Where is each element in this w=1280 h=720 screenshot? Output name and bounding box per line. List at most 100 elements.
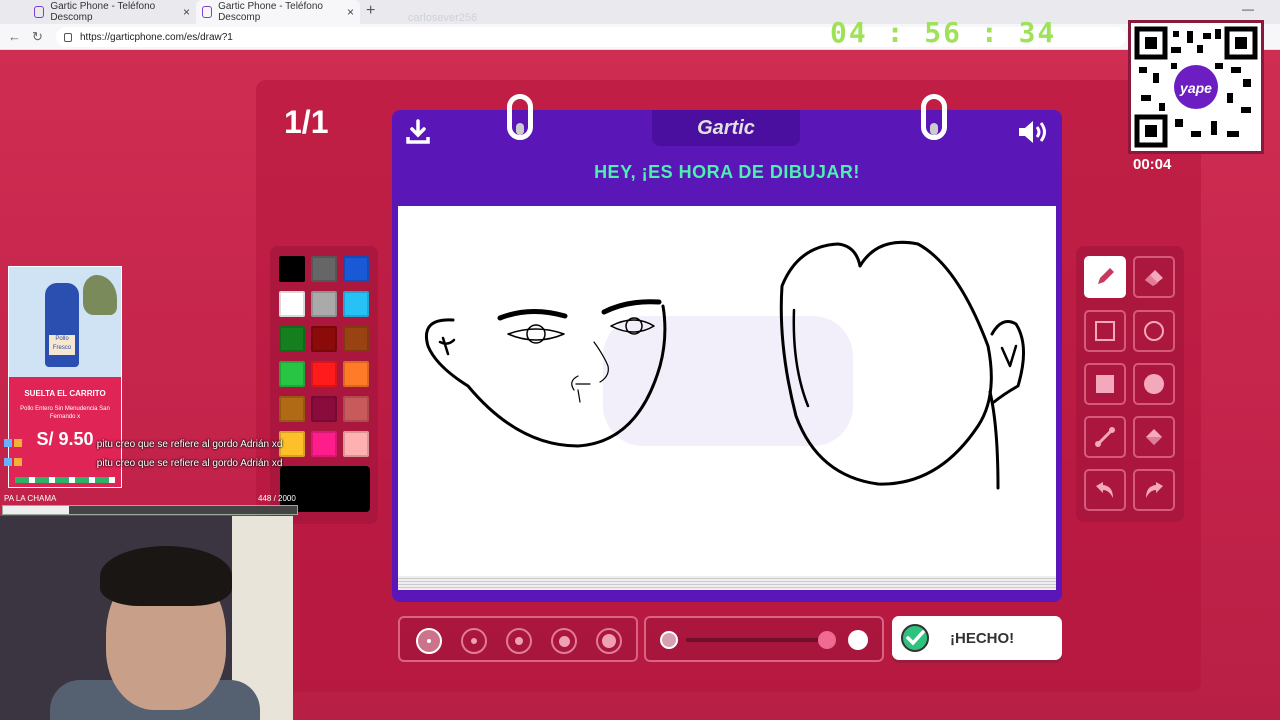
streamer-username: carlosever256 (408, 12, 478, 24)
yape-qr-code: yape (1128, 20, 1264, 154)
fill-bucket-icon (1146, 429, 1162, 445)
line-icon (1095, 427, 1115, 447)
eraser-tool[interactable] (1133, 256, 1175, 298)
color-swatch[interactable] (343, 361, 369, 387)
color-swatch[interactable] (279, 326, 305, 352)
yape-logo: yape (1179, 80, 1212, 96)
line-tool[interactable] (1084, 416, 1126, 458)
binder-ring (507, 94, 533, 140)
color-swatch[interactable] (311, 361, 337, 387)
chat-message: pitu creo que se refiere al gordo Adrián… (4, 458, 282, 469)
opacity-slider-handle[interactable] (818, 631, 836, 649)
brush-size-option[interactable] (596, 628, 622, 654)
color-swatch[interactable] (279, 361, 305, 387)
brush-size-selector (398, 616, 638, 662)
ad-product-label: Pollo Fresco (49, 335, 75, 355)
new-tab-icon[interactable]: + (366, 2, 375, 20)
stream-timer: 04 : 56 : 34 (830, 16, 1057, 49)
ad-subtitle: Pollo Entero Sin Menudencia San Fernando… (20, 406, 110, 420)
rectangle-filled-icon (1096, 375, 1114, 393)
opacity-low-icon (660, 631, 678, 649)
fill-bucket-tool[interactable] (1133, 416, 1175, 458)
color-swatch[interactable] (279, 256, 305, 282)
ellipse-outline-icon (1144, 321, 1164, 341)
color-swatch[interactable] (343, 431, 369, 457)
round-counter: 1/1 (284, 104, 329, 140)
rectangle-outline-tool[interactable] (1084, 310, 1126, 352)
rectangle-outline-icon (1095, 321, 1115, 341)
advertisement-banner[interactable]: Pollo Fresco SUELTA EL CARRITO Pollo Ent… (8, 266, 122, 488)
goal-count: 448 / 2000 (258, 494, 296, 503)
chat-message-text: pitu creo que se refiere al gordo Adrián… (96, 458, 283, 469)
reload-icon[interactable]: ↻ (32, 29, 43, 45)
volume-icon[interactable] (1016, 118, 1050, 146)
download-icon[interactable] (404, 118, 432, 146)
color-swatch[interactable] (279, 431, 305, 457)
color-swatch[interactable] (311, 256, 337, 282)
address-bar: ← ↻ https://garticphone.com/es/draw?1 (0, 24, 1280, 50)
color-swatch[interactable] (279, 291, 305, 317)
drawing-strokes (425, 240, 1026, 490)
lock-icon (64, 32, 72, 42)
browser-tab-bar: Gartic Phone - Teléfono Descomp × Gartic… (0, 0, 1280, 24)
undo-tool[interactable] (1084, 469, 1126, 511)
redo-icon (1146, 482, 1163, 498)
brush-size-option[interactable] (461, 628, 487, 654)
tab-title: Gartic Phone - Teléfono Descomp (218, 1, 323, 23)
back-icon[interactable]: ← (8, 29, 21, 44)
done-button[interactable]: ¡HECHO! (892, 616, 1062, 660)
chat-badge-icon (4, 458, 12, 466)
draw-prompt: HEY, ¡ES HORA DE DIBUJAR! (594, 162, 860, 182)
minimize-icon[interactable]: — (1242, 2, 1254, 16)
binder-ring (921, 94, 947, 140)
chat-badge-icon (4, 439, 12, 447)
gartic-phone-watermark (603, 316, 853, 446)
gartic-favicon-icon (202, 6, 213, 18)
color-swatch[interactable] (279, 396, 305, 422)
tab-title: Gartic Phone - Teléfono Descomp (50, 1, 156, 23)
close-tab-icon[interactable]: × (347, 5, 354, 19)
browser-tab-active[interactable]: Gartic Phone - Teléfono Descomp × (196, 0, 360, 24)
qr-timer: 00:04 (1133, 156, 1172, 173)
color-swatch[interactable] (343, 291, 369, 317)
ellipse-outline-tool[interactable] (1133, 310, 1175, 352)
goal-progress-fill (3, 506, 69, 514)
goal-progress-bar (2, 505, 298, 515)
webcam-person-hair (100, 546, 232, 606)
brush-size-option[interactable] (506, 628, 532, 654)
opacity-high-icon (848, 630, 868, 650)
ellipse-filled-tool[interactable] (1133, 363, 1175, 405)
rectangle-filled-tool[interactable] (1084, 363, 1126, 405)
pencil-icon (1098, 268, 1114, 284)
ellipse-filled-icon (1144, 374, 1164, 394)
opacity-track[interactable] (686, 638, 836, 642)
brush-size-option[interactable] (416, 628, 442, 654)
color-swatch[interactable] (343, 326, 369, 352)
color-swatch[interactable] (343, 256, 369, 282)
chat-message-text: pitu creo que se refiere al gordo Adrián… (96, 439, 283, 450)
ad-title: SUELTA EL CARRITO (24, 389, 106, 398)
drawing-canvas[interactable] (398, 206, 1056, 578)
color-swatch[interactable] (311, 326, 337, 352)
opacity-slider[interactable] (644, 616, 884, 662)
color-swatch[interactable] (311, 291, 337, 317)
chat-badge-icon (14, 458, 22, 466)
url-text: https://garticphone.com/es/draw?1 (80, 31, 233, 43)
color-swatch[interactable] (311, 396, 337, 422)
undo-icon (1096, 482, 1113, 498)
eraser-icon (1145, 270, 1163, 286)
done-button-label: ¡HECHO! (950, 629, 1015, 647)
chat-message: pitu creo que se refiere al gordo Adrián… (4, 439, 282, 450)
color-swatch[interactable] (311, 431, 337, 457)
close-tab-icon[interactable]: × (183, 5, 190, 19)
redo-tool[interactable] (1133, 469, 1175, 511)
pencil-tool[interactable] (1084, 256, 1126, 298)
browser-tab[interactable]: Gartic Phone - Teléfono Descomp × (28, 0, 196, 24)
gartic-favicon-icon (34, 6, 45, 18)
ad-product-image: Pollo Fresco (9, 267, 121, 377)
chat-badge-icon (14, 439, 22, 447)
color-swatch[interactable] (343, 396, 369, 422)
brush-size-option[interactable] (551, 628, 577, 654)
qr-pattern: yape (1134, 26, 1258, 148)
canvas-page-stack (398, 576, 1056, 590)
